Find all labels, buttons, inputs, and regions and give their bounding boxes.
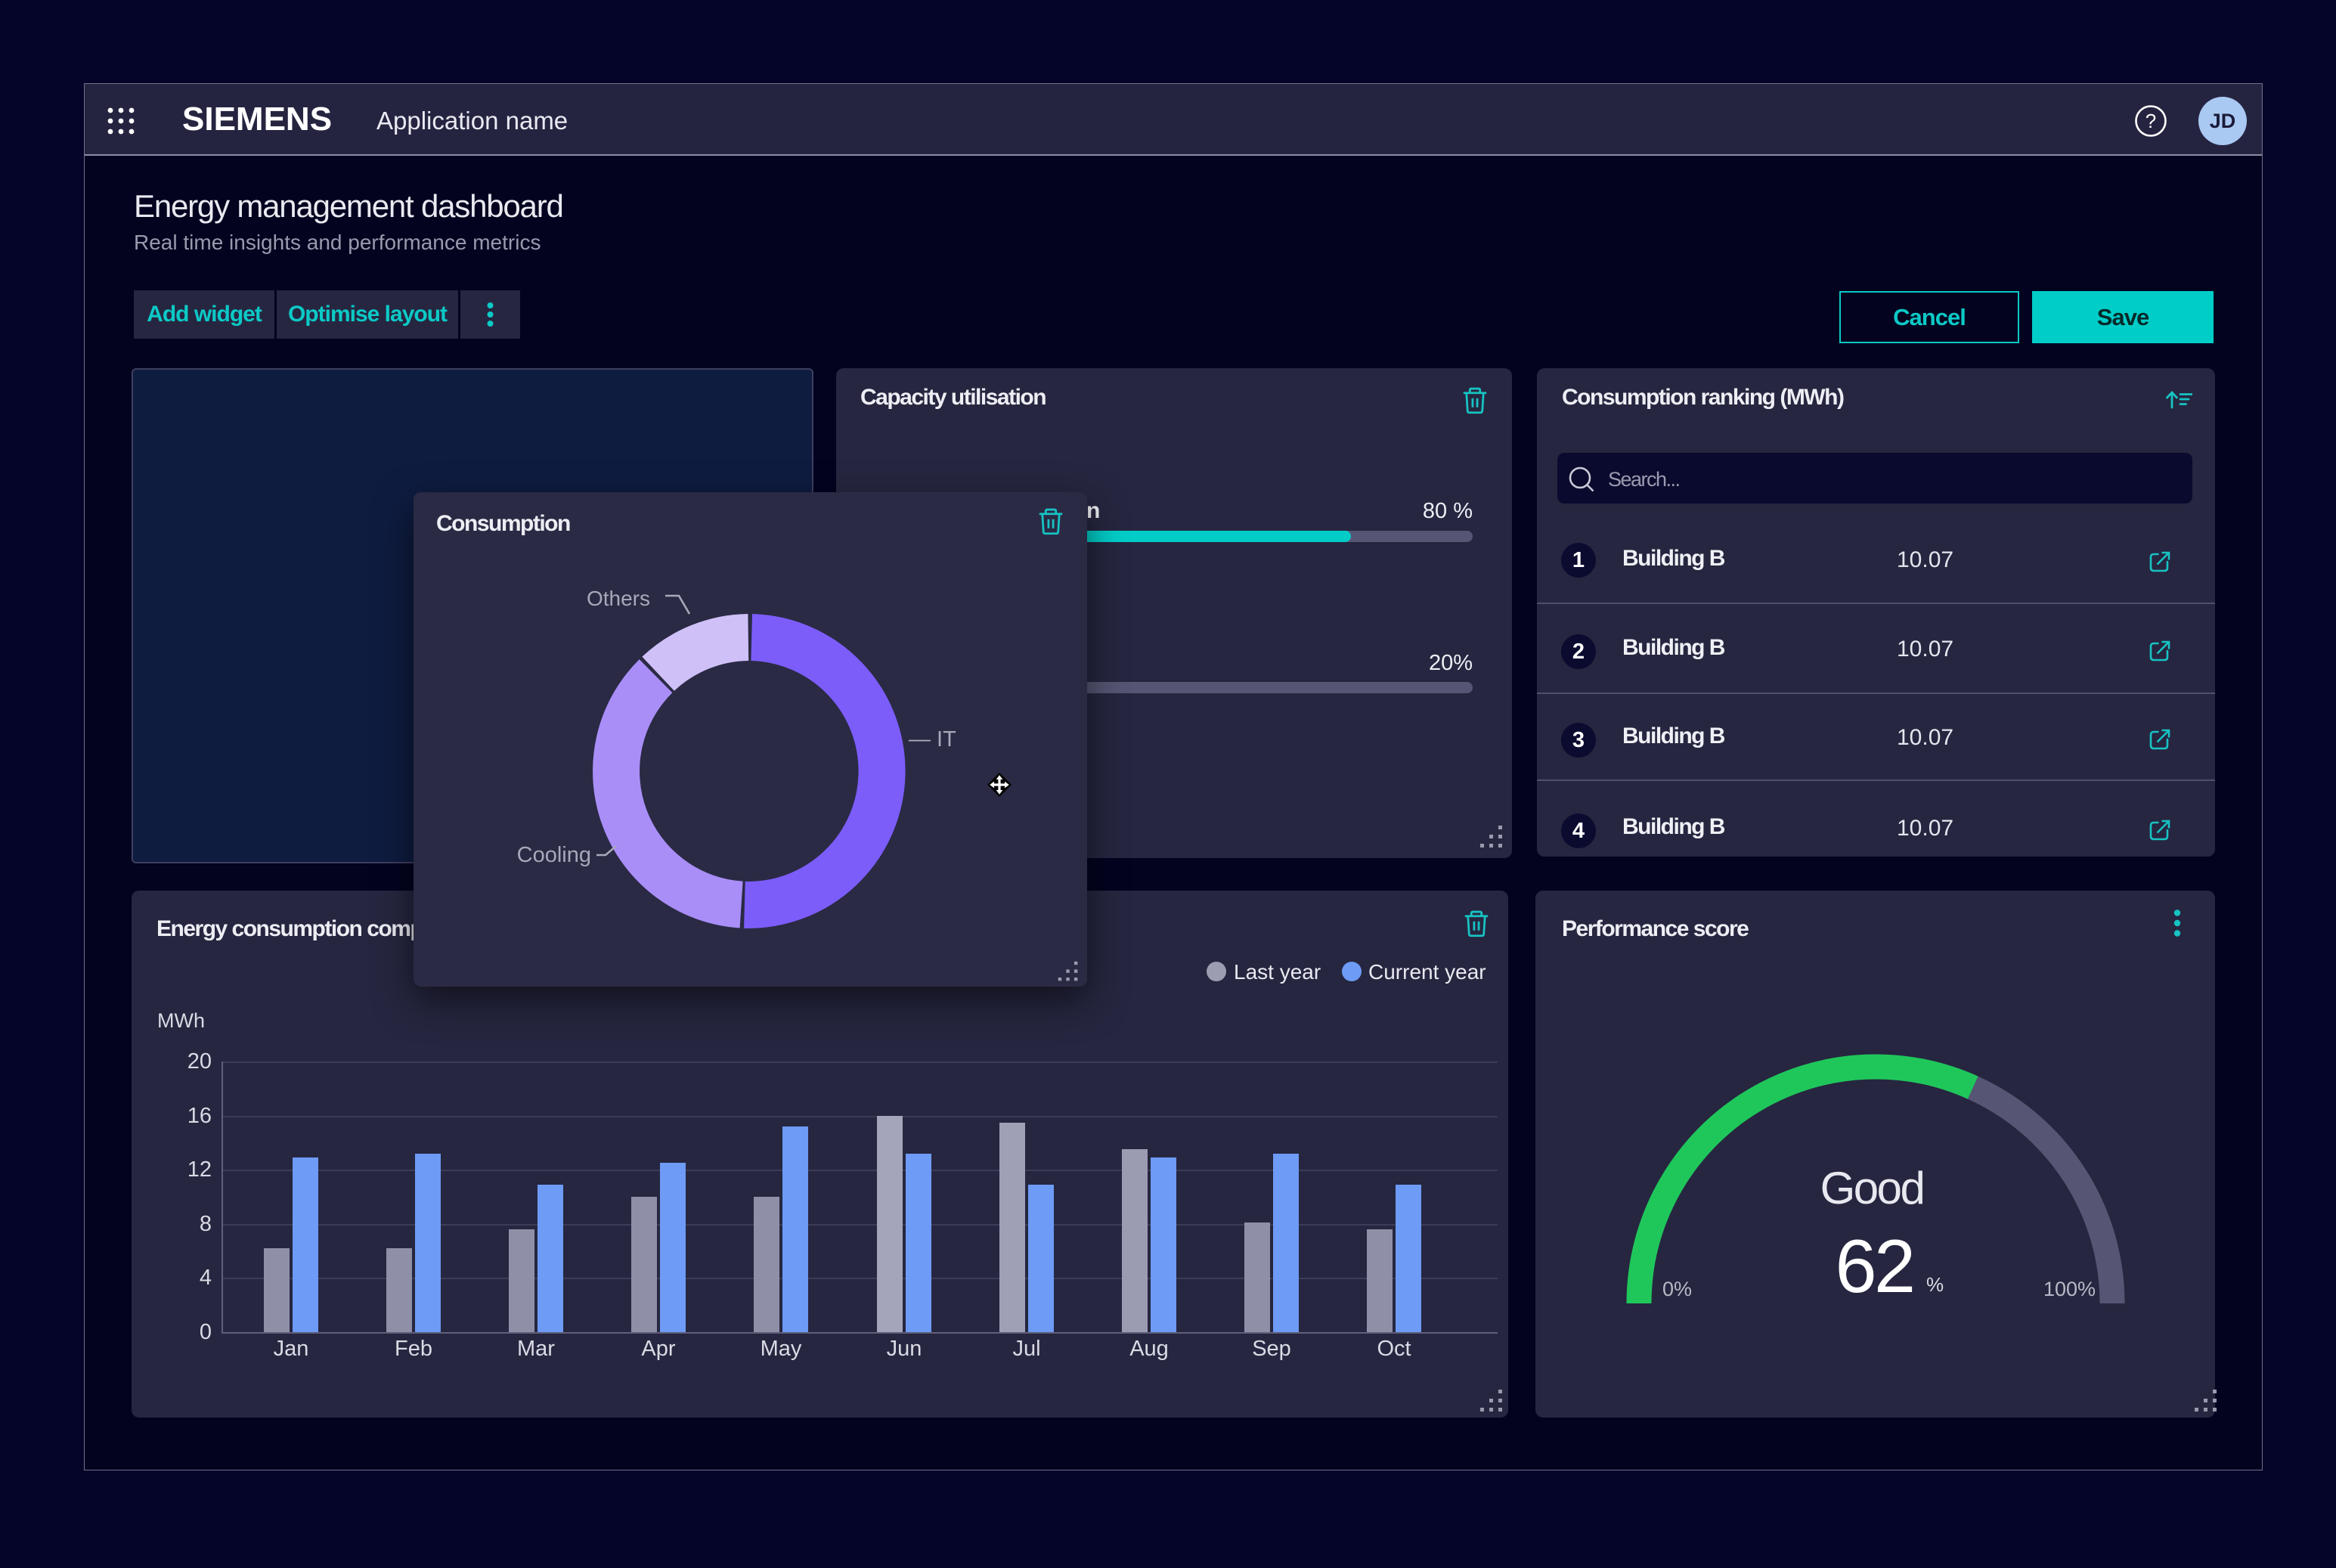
svg-text:?: ? (2145, 110, 2156, 132)
